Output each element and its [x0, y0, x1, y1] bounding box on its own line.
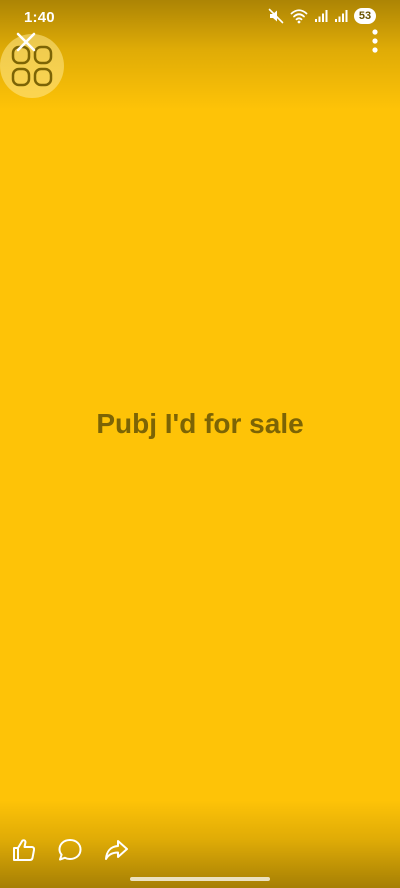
close-button[interactable] — [12, 28, 40, 56]
thumbs-up-icon — [10, 839, 38, 868]
close-icon — [12, 32, 40, 60]
post-text: Pubj I'd for sale — [96, 408, 304, 439]
more-vertical-icon — [368, 29, 382, 58]
like-button[interactable] — [10, 836, 38, 864]
share-icon — [102, 840, 130, 868]
home-indicator[interactable] — [130, 877, 270, 881]
status-icons: 53 — [268, 8, 376, 24]
more-options-button[interactable] — [368, 28, 382, 54]
story-viewer: 1:40 53 Pubj I'd for sale — [0, 0, 400, 888]
share-button[interactable] — [102, 836, 130, 864]
comment-icon — [56, 839, 84, 868]
signal-icon — [334, 9, 348, 23]
wifi-icon — [290, 8, 308, 24]
status-time: 1:40 — [24, 9, 55, 26]
mute-icon — [268, 8, 284, 24]
battery-icon: 53 — [354, 8, 376, 24]
comment-button[interactable] — [56, 836, 84, 864]
signal-icon — [314, 9, 328, 23]
